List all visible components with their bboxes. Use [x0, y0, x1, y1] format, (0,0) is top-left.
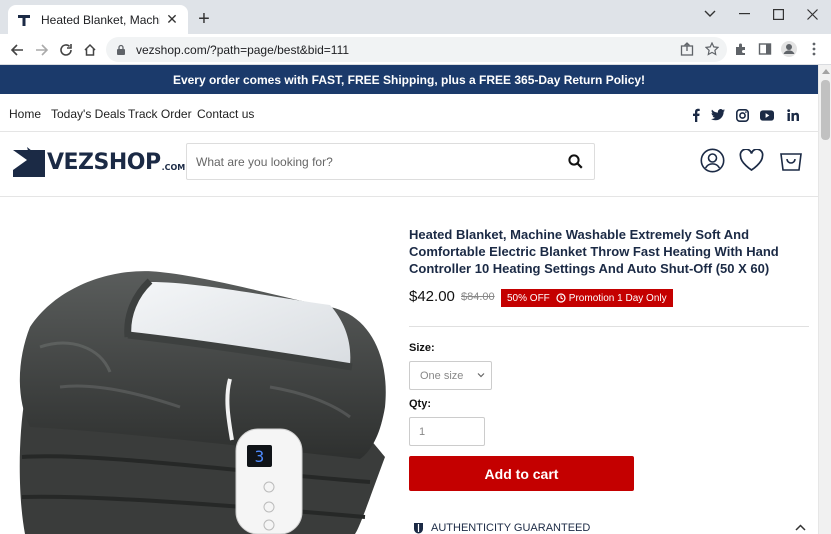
size-select[interactable]: One size — [409, 361, 492, 390]
authenticity-row: AUTHENTICITY GUARANTEED — [413, 522, 590, 534]
page-scrollbar[interactable] — [818, 65, 831, 534]
reload-icon[interactable] — [55, 39, 77, 61]
top-nav: Home Today's Deals Track Order Contact u… — [0, 94, 818, 132]
search-input[interactable] — [196, 154, 560, 169]
shopping-bag-icon[interactable] — [778, 147, 804, 173]
profile-avatar-icon[interactable] — [779, 39, 799, 59]
url-text: vezshop.com/?path=page/best&bid=111 — [136, 42, 350, 57]
home-icon[interactable] — [79, 39, 101, 61]
minimize-button[interactable] — [727, 0, 761, 28]
controller-graphic: 3 — [235, 428, 303, 534]
quantity-input[interactable]: 1 — [409, 417, 485, 446]
product-title: Heated Blanket, Machine Washable Extreme… — [409, 227, 779, 276]
nav-link-todays-deals[interactable]: Today's Deals — [51, 107, 125, 121]
wishlist-heart-icon[interactable] — [738, 147, 764, 173]
size-label: Size: — [409, 342, 435, 354]
page-viewport: Every order comes with FAST, FREE Shippi… — [0, 65, 818, 534]
discount-text: 50% OFF — [507, 292, 550, 304]
add-to-cart-button[interactable]: Add to cart — [409, 456, 634, 491]
logo-domain: .COM — [161, 162, 186, 172]
tab-title: Heated Blanket, Machine Washab — [41, 12, 160, 27]
authenticity-text: AUTHENTICITY GUARANTEED — [431, 522, 591, 534]
site-favicon-icon — [16, 12, 32, 28]
search-icon[interactable] — [560, 147, 590, 177]
chevron-up-icon[interactable] — [793, 520, 807, 534]
back-icon[interactable] — [6, 39, 28, 61]
browser-tab[interactable]: Heated Blanket, Machine Washab ✕ — [8, 5, 188, 34]
instagram-icon[interactable] — [735, 108, 749, 122]
side-panel-icon[interactable] — [755, 39, 775, 59]
lock-icon — [116, 43, 128, 57]
forward-icon[interactable] — [31, 39, 53, 61]
browser-menu-icon[interactable] — [804, 39, 824, 59]
twitter-icon[interactable] — [711, 108, 725, 122]
logo-mark-icon — [13, 147, 45, 177]
extensions-icon[interactable] — [731, 39, 751, 59]
controller-display: 3 — [255, 447, 265, 466]
bookmark-star-icon[interactable] — [702, 39, 722, 59]
divider — [409, 326, 809, 327]
chevron-down-icon — [477, 373, 485, 378]
linkedin-icon[interactable] — [786, 108, 800, 122]
browser-tab-strip: Heated Blanket, Machine Washab ✕ + — [0, 0, 831, 34]
new-tab-button[interactable]: + — [194, 8, 214, 30]
tab-search-icon[interactable] — [693, 0, 727, 28]
product-image[interactable]: 3 — [0, 197, 400, 534]
browser-toolbar: vezshop.com/?path=page/best&bid=111 — [0, 34, 831, 65]
youtube-icon[interactable] — [760, 108, 774, 122]
facebook-icon[interactable] — [689, 108, 703, 122]
site-logo[interactable]: VEZSHOP .COM — [12, 145, 185, 179]
scroll-up-arrow-icon[interactable] — [822, 69, 830, 74]
promo-banner: Every order comes with FAST, FREE Shippi… — [0, 65, 818, 94]
nav-link-track-order[interactable]: Track Order — [128, 107, 192, 121]
promotion-text: Promotion 1 Day Only — [568, 292, 667, 304]
product-old-price: $84.00 — [461, 291, 495, 303]
clock-icon — [556, 293, 566, 303]
logo-wordmark: VEZSHOP — [47, 149, 161, 175]
scrollbar-thumb[interactable] — [821, 80, 830, 140]
account-icon[interactable] — [699, 147, 725, 173]
nav-link-contact-us[interactable]: Contact us — [197, 107, 254, 121]
size-select-value: One size — [420, 369, 464, 382]
maximize-button[interactable] — [761, 0, 795, 28]
qty-label: Qty: — [409, 398, 431, 410]
discount-badge: 50% OFF Promotion 1 Day Only — [501, 289, 673, 307]
shield-icon — [414, 523, 423, 534]
share-icon[interactable] — [677, 39, 697, 59]
nav-link-home[interactable]: Home — [9, 107, 41, 121]
site-header: VEZSHOP .COM — [0, 132, 818, 197]
close-tab-icon[interactable]: ✕ — [164, 11, 180, 28]
product-price: $42.00 — [409, 288, 455, 305]
address-bar[interactable]: vezshop.com/?path=page/best&bid=111 — [106, 37, 727, 62]
window-close-button[interactable] — [795, 0, 829, 28]
search-box — [186, 143, 595, 180]
